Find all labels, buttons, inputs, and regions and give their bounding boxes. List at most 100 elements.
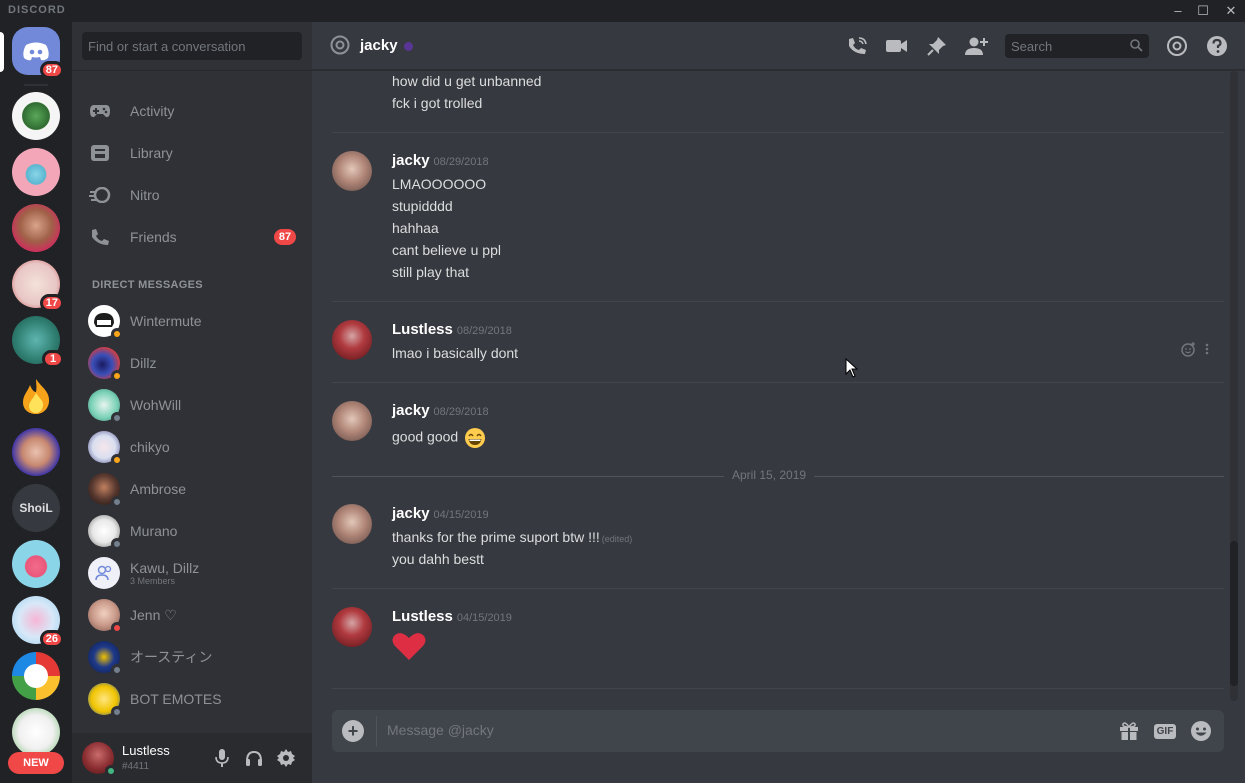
message-author[interactable]: jacky 04/15/2019 xyxy=(392,505,489,522)
status-dot xyxy=(111,328,123,340)
avatar[interactable] xyxy=(332,607,372,647)
status-dot xyxy=(111,454,123,466)
deafen-button[interactable] xyxy=(244,748,264,768)
maximize-button[interactable]: ☐ xyxy=(1189,0,1217,22)
status-dot xyxy=(111,412,123,424)
nav-friends[interactable]: Friends 87 xyxy=(80,217,304,257)
sidebar-divider xyxy=(72,70,312,71)
scrollbar-thumb[interactable] xyxy=(1230,541,1238,686)
dm-name: WohWill xyxy=(130,397,182,413)
mute-button[interactable] xyxy=(212,748,232,768)
heart-emoji-icon xyxy=(392,633,426,660)
dm-item-austin[interactable]: オースティン xyxy=(80,636,304,678)
avatar xyxy=(88,599,123,634)
home-badge: 87 xyxy=(39,61,64,79)
guild-frog[interactable] xyxy=(12,92,60,140)
dm-item-wintermute[interactable]: Wintermute xyxy=(80,300,304,342)
mentions-button[interactable] xyxy=(1165,34,1189,58)
guild-face[interactable] xyxy=(12,204,60,252)
guild-pixel[interactable]: 17 xyxy=(12,260,64,312)
message-author[interactable]: jacky 08/29/2018 xyxy=(392,152,489,169)
minimize-button[interactable]: – xyxy=(1164,0,1192,22)
mouse-cursor-icon xyxy=(845,358,859,378)
author-name[interactable]: Lustless xyxy=(392,321,453,338)
guild-pink-strawberry[interactable] xyxy=(12,540,60,588)
pinned-messages-button[interactable] xyxy=(925,34,949,58)
message-timestamp: 04/15/2019 xyxy=(433,509,489,521)
nav-activity[interactable]: Activity xyxy=(80,91,304,131)
user-name: Lustless xyxy=(122,743,170,758)
dm-item-dillz[interactable]: Dillz xyxy=(80,342,304,384)
add-friend-dm-button[interactable] xyxy=(965,34,989,58)
more-options-icon[interactable] xyxy=(1204,341,1210,357)
dm-item-wohwill[interactable]: WohWill xyxy=(80,384,304,426)
dm-name: Murano xyxy=(130,523,178,539)
guild-strawberry[interactable] xyxy=(12,148,60,196)
nitro-icon xyxy=(88,183,112,207)
message-divider xyxy=(332,382,1224,383)
author-name[interactable]: jacky xyxy=(392,152,430,169)
author-name[interactable]: Lustless xyxy=(392,608,453,625)
guild-girl[interactable] xyxy=(12,428,60,476)
message-text: still play that xyxy=(392,264,470,280)
scrollbar[interactable] xyxy=(1230,71,1238,701)
add-reaction-icon[interactable] xyxy=(1180,341,1196,357)
message-author[interactable]: Lustless 08/29/2018 xyxy=(392,321,512,338)
help-button[interactable] xyxy=(1205,34,1229,58)
avatar[interactable] xyxy=(82,742,117,777)
message-composer[interactable]: + Message @jacky GIF xyxy=(332,710,1224,752)
author-name[interactable]: jacky xyxy=(392,402,430,419)
dm-item-bot-emotes[interactable]: BOT EMOTES xyxy=(80,678,304,720)
message-author[interactable]: jacky 08/29/2018 xyxy=(392,402,489,419)
start-video-button[interactable] xyxy=(885,34,909,58)
nav-library[interactable]: Library xyxy=(80,133,304,173)
avatar[interactable] xyxy=(332,151,372,191)
avatar[interactable] xyxy=(332,320,372,360)
message-text: how did u get unbanned xyxy=(392,73,542,89)
avatar[interactable] xyxy=(332,504,372,544)
guild-cartoon[interactable] xyxy=(12,708,60,756)
upload-button[interactable]: + xyxy=(342,720,364,742)
message-author[interactable]: Lustless 04/15/2019 xyxy=(392,608,512,625)
guild-shoil[interactable]: ShoiL xyxy=(12,484,60,532)
dm-item-group-kawu-dillz[interactable]: Kawu, Dillz 3 Members xyxy=(80,552,304,594)
message-text: LMAOOOOOO xyxy=(392,176,487,192)
nav-nitro[interactable]: Nitro xyxy=(80,175,304,215)
search-input[interactable]: Search xyxy=(1005,34,1149,58)
guild-colorful-ring[interactable] xyxy=(12,652,60,700)
dm-item-jenn[interactable]: Jenn ♡ xyxy=(80,594,304,636)
emoji-button[interactable] xyxy=(1190,720,1212,742)
phone-call-icon xyxy=(849,37,867,54)
emoji-icon xyxy=(1191,721,1211,741)
help-icon xyxy=(1207,36,1227,56)
settings-button[interactable] xyxy=(276,748,296,768)
dm-item-ambrose[interactable]: Ambrose xyxy=(80,468,304,510)
grinning-emoji-icon xyxy=(465,428,486,448)
user-panel: Lustless #4411 xyxy=(72,733,312,783)
avatar[interactable] xyxy=(332,401,372,441)
author-name[interactable]: jacky xyxy=(392,505,430,522)
message-text: hahhaa xyxy=(392,220,439,236)
add-user-icon xyxy=(965,37,988,55)
gif-button[interactable]: GIF xyxy=(1152,720,1178,742)
guild-pokemon[interactable]: 1 xyxy=(12,316,64,368)
find-conversation-input[interactable]: Find or start a conversation xyxy=(82,32,302,60)
close-button[interactable]: ✕ xyxy=(1217,0,1245,22)
dm-name: オースティン xyxy=(130,649,213,665)
brand-label: DISCORD xyxy=(8,4,66,16)
home-button[interactable]: 87 xyxy=(12,27,64,79)
guild-his[interactable]: 26 xyxy=(12,596,64,648)
message-actions xyxy=(1180,341,1210,357)
message-input[interactable]: Message @jacky xyxy=(387,722,494,738)
dm-item-chikyo[interactable]: chikyo xyxy=(80,426,304,468)
selected-indicator xyxy=(0,32,4,72)
composer-divider xyxy=(376,716,377,746)
gift-button[interactable] xyxy=(1118,720,1140,742)
status-dot xyxy=(105,765,117,777)
dm-item-murano[interactable]: Murano xyxy=(80,510,304,552)
guild-fire[interactable] xyxy=(12,372,60,420)
start-call-button[interactable] xyxy=(845,34,869,58)
gamepad-icon xyxy=(88,99,112,123)
message-divider xyxy=(332,588,1224,589)
dm-name: BOT EMOTES xyxy=(130,691,222,707)
